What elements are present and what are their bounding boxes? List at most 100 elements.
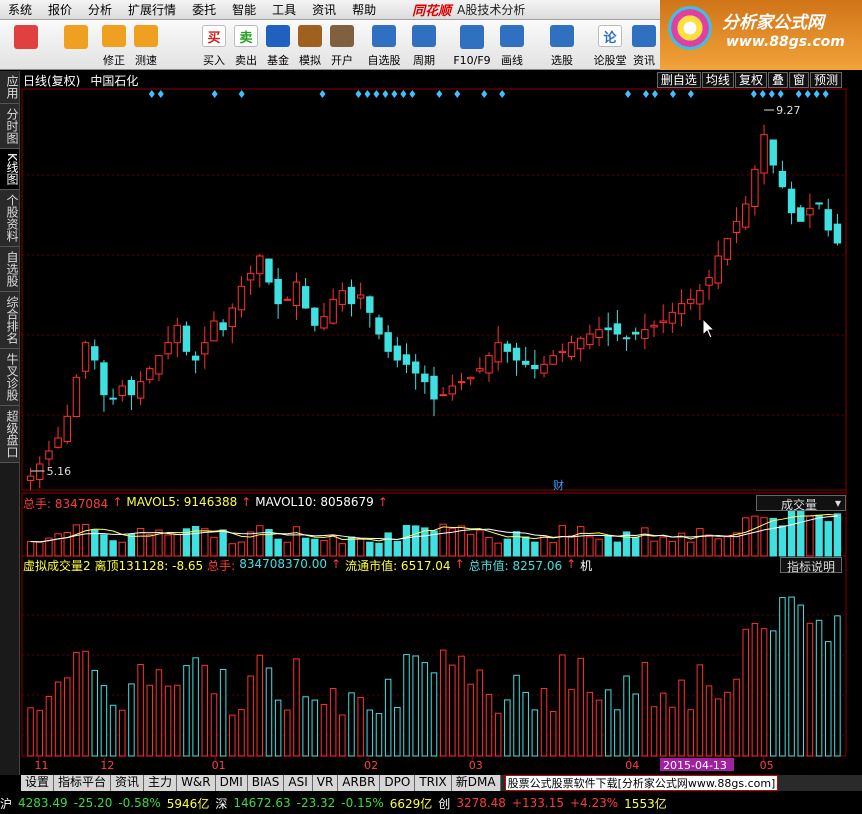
candle-body: [91, 346, 99, 361]
candle-body: [696, 290, 704, 305]
volume-bar: [540, 535, 548, 557]
indicator-tab-2[interactable]: 资讯: [111, 775, 145, 791]
signal-diamond-icon: [777, 90, 784, 98]
chevron-down-icon: ▾: [834, 496, 841, 510]
volume-bar: [265, 529, 273, 557]
indicator-tab-11[interactable]: TRIX: [415, 775, 452, 791]
volume-bar: [26, 541, 35, 557]
indicator-bar: [164, 685, 172, 757]
indicator-tab-7[interactable]: ASI: [284, 775, 313, 791]
volume-bar: [586, 536, 594, 557]
candle-body: [109, 397, 117, 400]
indicator-bar: [549, 711, 557, 757]
volume-bar: [366, 541, 374, 557]
volume-bar: [100, 534, 108, 557]
candle-body: [723, 238, 732, 260]
candle-body: [595, 329, 603, 338]
indicator-bar: [366, 709, 374, 757]
indicator-bar: [485, 693, 493, 757]
volume-bar: [109, 540, 117, 557]
indicator-bar: [284, 709, 291, 757]
promo-link[interactable]: 股票公式股票软件下载[分析家公式网www.88gs.com]: [504, 775, 779, 791]
volume-bar: [751, 515, 759, 557]
indicator-bar: [73, 651, 80, 757]
volume-indicator-select[interactable]: 成交量 ▾: [756, 495, 846, 512]
status-item-10: 创: [438, 796, 451, 811]
indicator-bar: [265, 667, 273, 757]
volume-bar: [219, 529, 227, 557]
volume-bar: [659, 536, 667, 557]
volume-bar: [641, 527, 649, 557]
volume-bar: [311, 538, 319, 557]
signal-diamond-icon: [651, 90, 658, 98]
volume-bar: [402, 524, 411, 557]
status-item-7: -23.32: [296, 796, 336, 810]
candle-body: [375, 317, 383, 335]
indicator-bar: [384, 678, 392, 757]
x-axis-label: 12: [100, 759, 114, 772]
volume-bar: [292, 526, 301, 557]
indicator-total-label: 总手:: [207, 559, 236, 573]
indicator-info: 虚拟成交量2 离顶131128: -8.65 总手: 834708370.00 …: [23, 557, 596, 573]
indicator-bar: [174, 684, 181, 757]
volume-bar: [81, 523, 90, 557]
candle-body: [549, 355, 557, 365]
volume-bar: [742, 517, 750, 557]
signal-diamond-icon: [768, 90, 775, 98]
indicator-help-button[interactable]: 指标说明: [780, 557, 842, 574]
indicator-bar: [375, 713, 383, 757]
candle-body: [54, 437, 62, 448]
indicator-tab-6[interactable]: BIAS: [247, 775, 285, 791]
volume-mavol10: MAVOL10: 8058679: [255, 495, 374, 509]
indicator-name: 虚拟成交量2 离顶131128: -8.65: [23, 559, 204, 573]
indicator-total: 834708370.00: [239, 557, 328, 571]
volume-bar: [393, 540, 402, 557]
signal-diamond-icon: [499, 90, 506, 98]
indicator-bar: [669, 706, 676, 757]
volume-bar: [714, 538, 722, 557]
indicator-bar: [256, 654, 264, 757]
indicator-bar: [137, 664, 144, 757]
candle-body: [797, 207, 805, 222]
signal-diamond-icon: [382, 90, 389, 98]
volume-bar: [687, 541, 695, 557]
indicator-bar: [779, 597, 786, 757]
candle-body: [815, 202, 823, 205]
kline-chart[interactable]: 9.27 5.16 财 11 12 01 02 03 04 05 2015-04-13: [0, 0, 862, 792]
volume-bar: [833, 513, 842, 557]
indicator-bar: [467, 683, 474, 757]
volume-bar: [127, 533, 136, 557]
candle-body: [292, 281, 301, 307]
signal-diamond-icon: [211, 90, 218, 98]
candle-body: [347, 286, 356, 305]
volume-bar: [36, 541, 44, 557]
candle-body: [650, 324, 658, 328]
indicator-bar: [678, 679, 685, 757]
indicator-tab-4[interactable]: W&R: [177, 775, 216, 791]
candle-body: [641, 329, 649, 339]
indicator-bar: [155, 669, 163, 757]
indicator-tab-12[interactable]: 新DMA: [451, 775, 501, 791]
volume-bar: [63, 532, 71, 557]
low-price-label: 5.16: [47, 465, 72, 478]
volume-bar: [329, 535, 337, 557]
candle-body: [732, 220, 741, 233]
indicator-tab-10[interactable]: DPO: [380, 775, 416, 791]
indicator-bar: [320, 704, 328, 757]
volume-bar: [778, 525, 787, 557]
volume-bar: [613, 541, 622, 557]
indicator-bar: [504, 699, 511, 757]
indicator-tab-0[interactable]: 设置: [21, 775, 55, 791]
indicator-bar: [219, 668, 227, 757]
indicator-tab-9[interactable]: ARBR: [338, 775, 381, 791]
up-arrow-icon: ↑: [566, 557, 577, 571]
indicator-tab-8[interactable]: VR: [312, 775, 339, 791]
indicator-bar: [36, 709, 44, 757]
signal-diamond-icon: [759, 90, 766, 98]
indicator-bar: [329, 687, 337, 757]
indicator-tab-3[interactable]: 主力: [144, 775, 178, 791]
candle-body: [228, 307, 237, 328]
indicator-bar: [559, 654, 566, 757]
indicator-tab-1[interactable]: 指标平台: [54, 775, 112, 791]
indicator-tab-5[interactable]: DMI: [215, 775, 248, 791]
